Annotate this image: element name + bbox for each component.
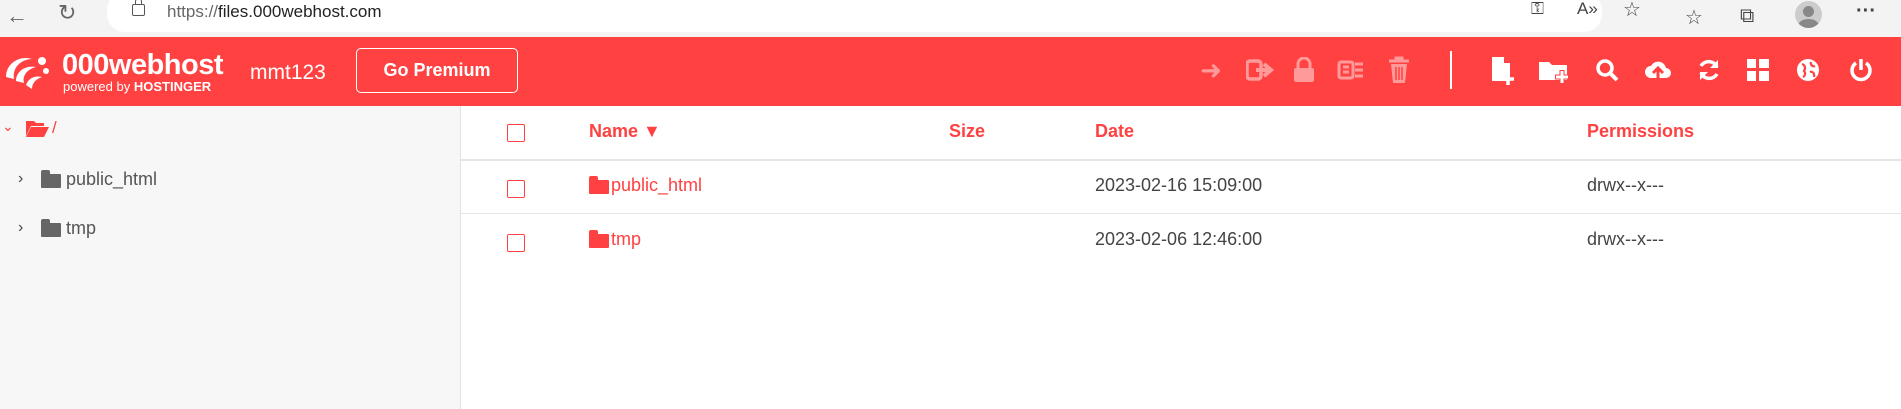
app-header: 000webhost powered by HOSTINGER mmt123 G… (0, 37, 1901, 106)
table-header: Name ▼ Size Date Permissions (461, 106, 1901, 161)
folder-icon (41, 219, 61, 237)
lock-permissions-icon[interactable] (1287, 51, 1321, 89)
chevron-right-icon[interactable]: › (18, 170, 23, 188)
favorites-icon[interactable]: ☆ (1685, 5, 1703, 30)
column-name[interactable]: Name ▼ (589, 121, 661, 142)
file-permissions[interactable]: drwx--x--- (1587, 229, 1664, 250)
back-icon[interactable]: ← (6, 3, 28, 29)
file-date: 2023-02-06 12:46:00 (1095, 229, 1263, 249)
file-name-link[interactable]: public_html (611, 175, 702, 196)
file-name-link[interactable]: tmp (611, 229, 641, 250)
collections-icon[interactable]: ⧉ (1740, 5, 1754, 28)
webhost-logo-icon (6, 57, 49, 89)
toolbar-divider (1450, 51, 1452, 89)
chevron-right-icon[interactable]: › (18, 219, 23, 237)
profile-icon[interactable] (1795, 1, 1822, 28)
tree-root-label: / (52, 118, 57, 137)
search-icon[interactable] (1590, 51, 1624, 89)
delete-icon[interactable] (1382, 51, 1416, 89)
tree-item-label: public_html (66, 169, 158, 189)
table-row[interactable]: tmp 2023-02-06 12:46:00 drwx--x--- (461, 214, 1901, 267)
refresh-icon[interactable] (1692, 51, 1726, 89)
read-aloud-icon[interactable]: A» (1577, 0, 1598, 19)
file-permissions[interactable]: drwx--x--- (1587, 175, 1664, 196)
url-text[interactable]: https://files.000webhost.com (167, 2, 382, 22)
brand-name: 000webhost (62, 49, 224, 81)
table-row[interactable]: public_html 2023-02-16 15:09:00 drwx--x-… (461, 160, 1901, 214)
lock-icon[interactable] (132, 0, 145, 16)
row-checkbox[interactable] (507, 180, 525, 198)
new-folder-icon[interactable] (1537, 51, 1571, 89)
more-icon[interactable]: ··· (1856, 0, 1876, 23)
archive-icon[interactable] (1334, 51, 1368, 89)
file-date: 2023-02-16 15:09:00 (1095, 175, 1263, 195)
new-file-icon[interactable] (1486, 51, 1520, 89)
browser-toolbar: ← ↻ https://files.000webhost.com ⚿ A» ☆ … (0, 0, 1901, 37)
favorite-add-icon[interactable]: ☆ (1623, 0, 1641, 22)
folder-icon (41, 170, 61, 188)
folder-icon (589, 230, 609, 248)
select-all-checkbox[interactable] (507, 124, 525, 142)
grid-view-icon[interactable] (1741, 51, 1775, 89)
move-icon[interactable]: ➜ (1194, 51, 1228, 89)
chevron-down-icon[interactable]: ⌄ (2, 118, 14, 135)
reload-icon[interactable]: ↻ (58, 0, 76, 26)
column-size[interactable]: Size (949, 121, 985, 142)
rename-icon[interactable] (1243, 51, 1277, 89)
go-premium-button[interactable]: Go Premium (356, 48, 518, 93)
key-icon[interactable]: ⚿ (1531, 0, 1544, 19)
brand-tagline: powered by HOSTINGER (63, 79, 212, 94)
folder-tree: ⌄ / › public_html › tmp (0, 106, 461, 409)
globe-icon[interactable] (1791, 51, 1825, 89)
power-icon[interactable] (1844, 51, 1878, 89)
tree-item-label: tmp (66, 218, 97, 238)
username: mmt123 (250, 61, 326, 84)
folder-icon (589, 176, 609, 194)
row-checkbox[interactable] (507, 234, 525, 252)
column-date[interactable]: Date (1095, 121, 1134, 142)
column-permissions[interactable]: Permissions (1587, 121, 1694, 142)
upload-icon[interactable] (1641, 51, 1675, 89)
folder-open-icon (25, 118, 49, 143)
address-bar[interactable]: https://files.000webhost.com ⚿ A» ☆ (107, 0, 1641, 32)
